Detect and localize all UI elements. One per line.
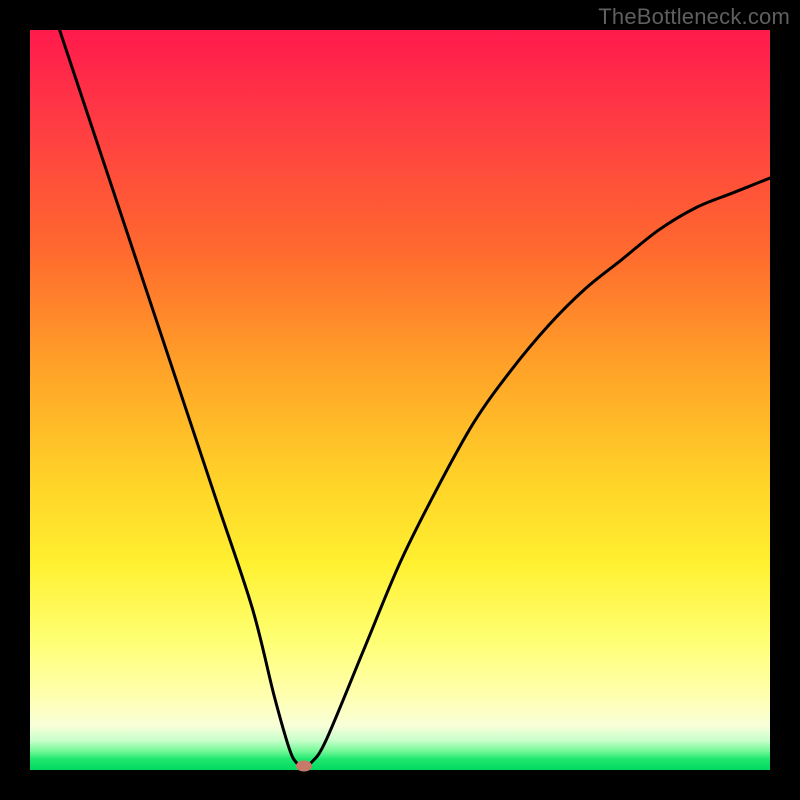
chart-frame: TheBottleneck.com [0, 0, 800, 800]
curve-path [60, 30, 770, 766]
bottleneck-curve [30, 30, 770, 770]
plot-area [30, 30, 770, 770]
minimum-marker [296, 761, 312, 772]
watermark-text: TheBottleneck.com [598, 4, 790, 30]
